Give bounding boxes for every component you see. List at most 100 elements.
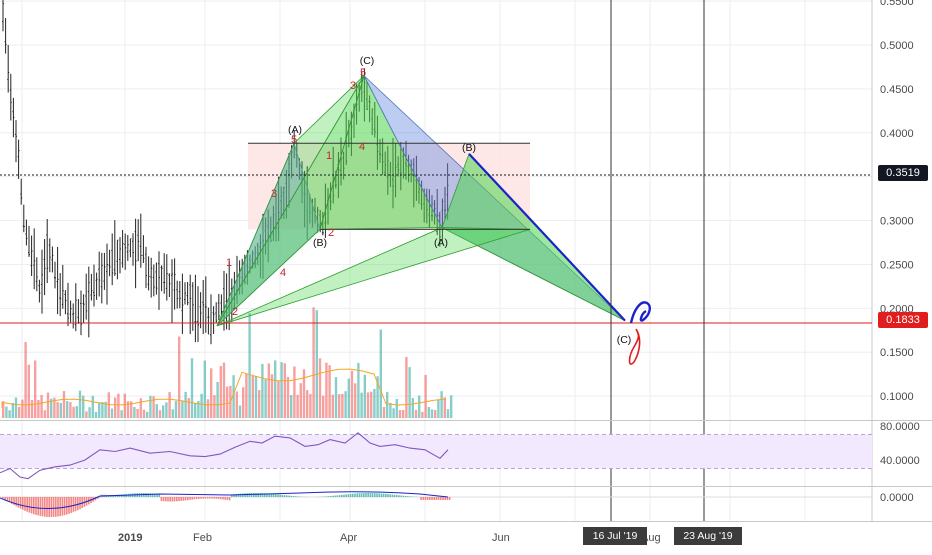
macd-bar xyxy=(15,497,17,506)
volume-bar xyxy=(40,395,42,418)
macd-bar xyxy=(183,497,185,501)
volume-bar xyxy=(223,363,225,418)
pattern-point-label: (B) xyxy=(462,142,476,154)
volume-bar xyxy=(383,407,385,418)
macd-bar xyxy=(167,497,169,501)
volume-bar xyxy=(5,407,7,418)
macd-bar xyxy=(40,497,42,516)
wave-count-label: 3 xyxy=(271,188,277,200)
macd-bar xyxy=(207,497,209,499)
volume-bar xyxy=(354,383,356,418)
volume-bar xyxy=(236,391,238,418)
macd-bar xyxy=(376,493,378,497)
volume-bar xyxy=(220,366,222,418)
volume-bar xyxy=(424,375,426,418)
volume-bar xyxy=(188,398,190,418)
volume-bar xyxy=(338,394,340,418)
macd-bar xyxy=(363,493,365,497)
macd-bar xyxy=(185,497,187,500)
macd-bar xyxy=(229,497,231,500)
volume-bar xyxy=(178,336,180,418)
wave-count-label: 3 xyxy=(350,80,356,92)
pattern-point-label: (C) xyxy=(360,55,375,67)
macd-bar xyxy=(196,497,198,499)
price-chart-svg[interactable]: 0.55000.50000.45000.40000.35000.30000.25… xyxy=(0,0,932,550)
macd-bar xyxy=(403,496,405,497)
wave-count-label: 4 xyxy=(280,267,286,279)
pane-separator-rsi[interactable] xyxy=(0,420,932,421)
macd-bar xyxy=(374,493,376,497)
volume-bar xyxy=(396,399,398,418)
macd-bar xyxy=(290,496,292,497)
macd-bar xyxy=(359,493,361,497)
macd-bar xyxy=(42,497,44,516)
volume-bar xyxy=(95,412,97,418)
macd-bar xyxy=(334,496,336,497)
macd-bar xyxy=(37,497,39,515)
macd-bar xyxy=(253,493,255,497)
macd-bar xyxy=(400,496,402,497)
macd-bar xyxy=(26,497,28,512)
y-tick-label: 0.4000 xyxy=(880,128,914,140)
chart-stage[interactable]: 0.55000.50000.45000.40000.35000.30000.25… xyxy=(0,0,932,550)
volume-bar xyxy=(213,395,215,418)
macd-bar xyxy=(433,497,435,500)
volume-bar xyxy=(312,307,314,418)
volume-bar xyxy=(293,366,295,418)
support-price-tag: 0.1833 xyxy=(878,312,928,328)
rsi-band xyxy=(0,435,872,469)
pane-separator-macd[interactable] xyxy=(0,486,932,487)
volume-bar xyxy=(117,394,119,418)
macd-bar xyxy=(205,497,207,499)
macd-bar xyxy=(4,497,6,500)
macd-bar xyxy=(218,497,220,499)
macd-bar xyxy=(180,497,182,501)
volume-bar xyxy=(322,396,324,418)
y-tick-label: 0.5500 xyxy=(880,0,914,8)
volume-bar xyxy=(300,383,302,418)
macd-bar xyxy=(354,494,356,497)
volume-bar xyxy=(389,403,391,418)
macd-bar xyxy=(161,497,163,501)
volume-bar xyxy=(140,398,142,418)
wave-count-label: 1 xyxy=(326,150,332,162)
macd-bar xyxy=(222,497,224,500)
wave-count-label: 5 xyxy=(291,134,297,146)
volume-bar xyxy=(258,390,260,418)
macd-bar xyxy=(24,497,26,511)
macd-bar xyxy=(438,497,440,500)
macd-bar xyxy=(202,497,204,499)
macd-bar xyxy=(449,497,451,500)
volume-bar xyxy=(76,406,78,418)
y-tick-label: 0.5000 xyxy=(880,40,914,52)
macd-bar xyxy=(178,497,180,501)
macd-bar xyxy=(255,493,257,497)
volume-bar xyxy=(175,401,177,418)
volume-bar xyxy=(194,403,196,418)
volume-bar xyxy=(60,403,62,418)
volume-bar xyxy=(216,382,218,418)
volume-bar xyxy=(351,371,353,418)
macd-bar xyxy=(385,494,387,497)
macd-bar xyxy=(220,497,222,499)
pattern-point-label: (C) xyxy=(617,334,632,346)
volume-bar xyxy=(31,400,33,418)
macd-bar xyxy=(244,493,246,497)
macd-bar xyxy=(422,497,424,500)
macd-bar xyxy=(46,497,48,517)
wave-count-label: 2 xyxy=(232,306,238,318)
volume-bar xyxy=(360,393,362,418)
macd-bar xyxy=(350,494,352,497)
macd-bar xyxy=(51,497,53,517)
macd-bar xyxy=(282,495,284,497)
x-tick-label: 2019 xyxy=(118,532,142,544)
x-tick-label: Apr xyxy=(340,532,357,544)
macd-bar xyxy=(240,494,242,497)
macd-bar xyxy=(59,497,61,516)
macd-bar xyxy=(165,497,167,501)
macd-bar xyxy=(427,497,429,500)
macd-bar xyxy=(70,497,72,513)
volume-bar xyxy=(207,399,209,418)
macd-bar xyxy=(189,497,191,500)
macd-bar xyxy=(48,497,50,517)
